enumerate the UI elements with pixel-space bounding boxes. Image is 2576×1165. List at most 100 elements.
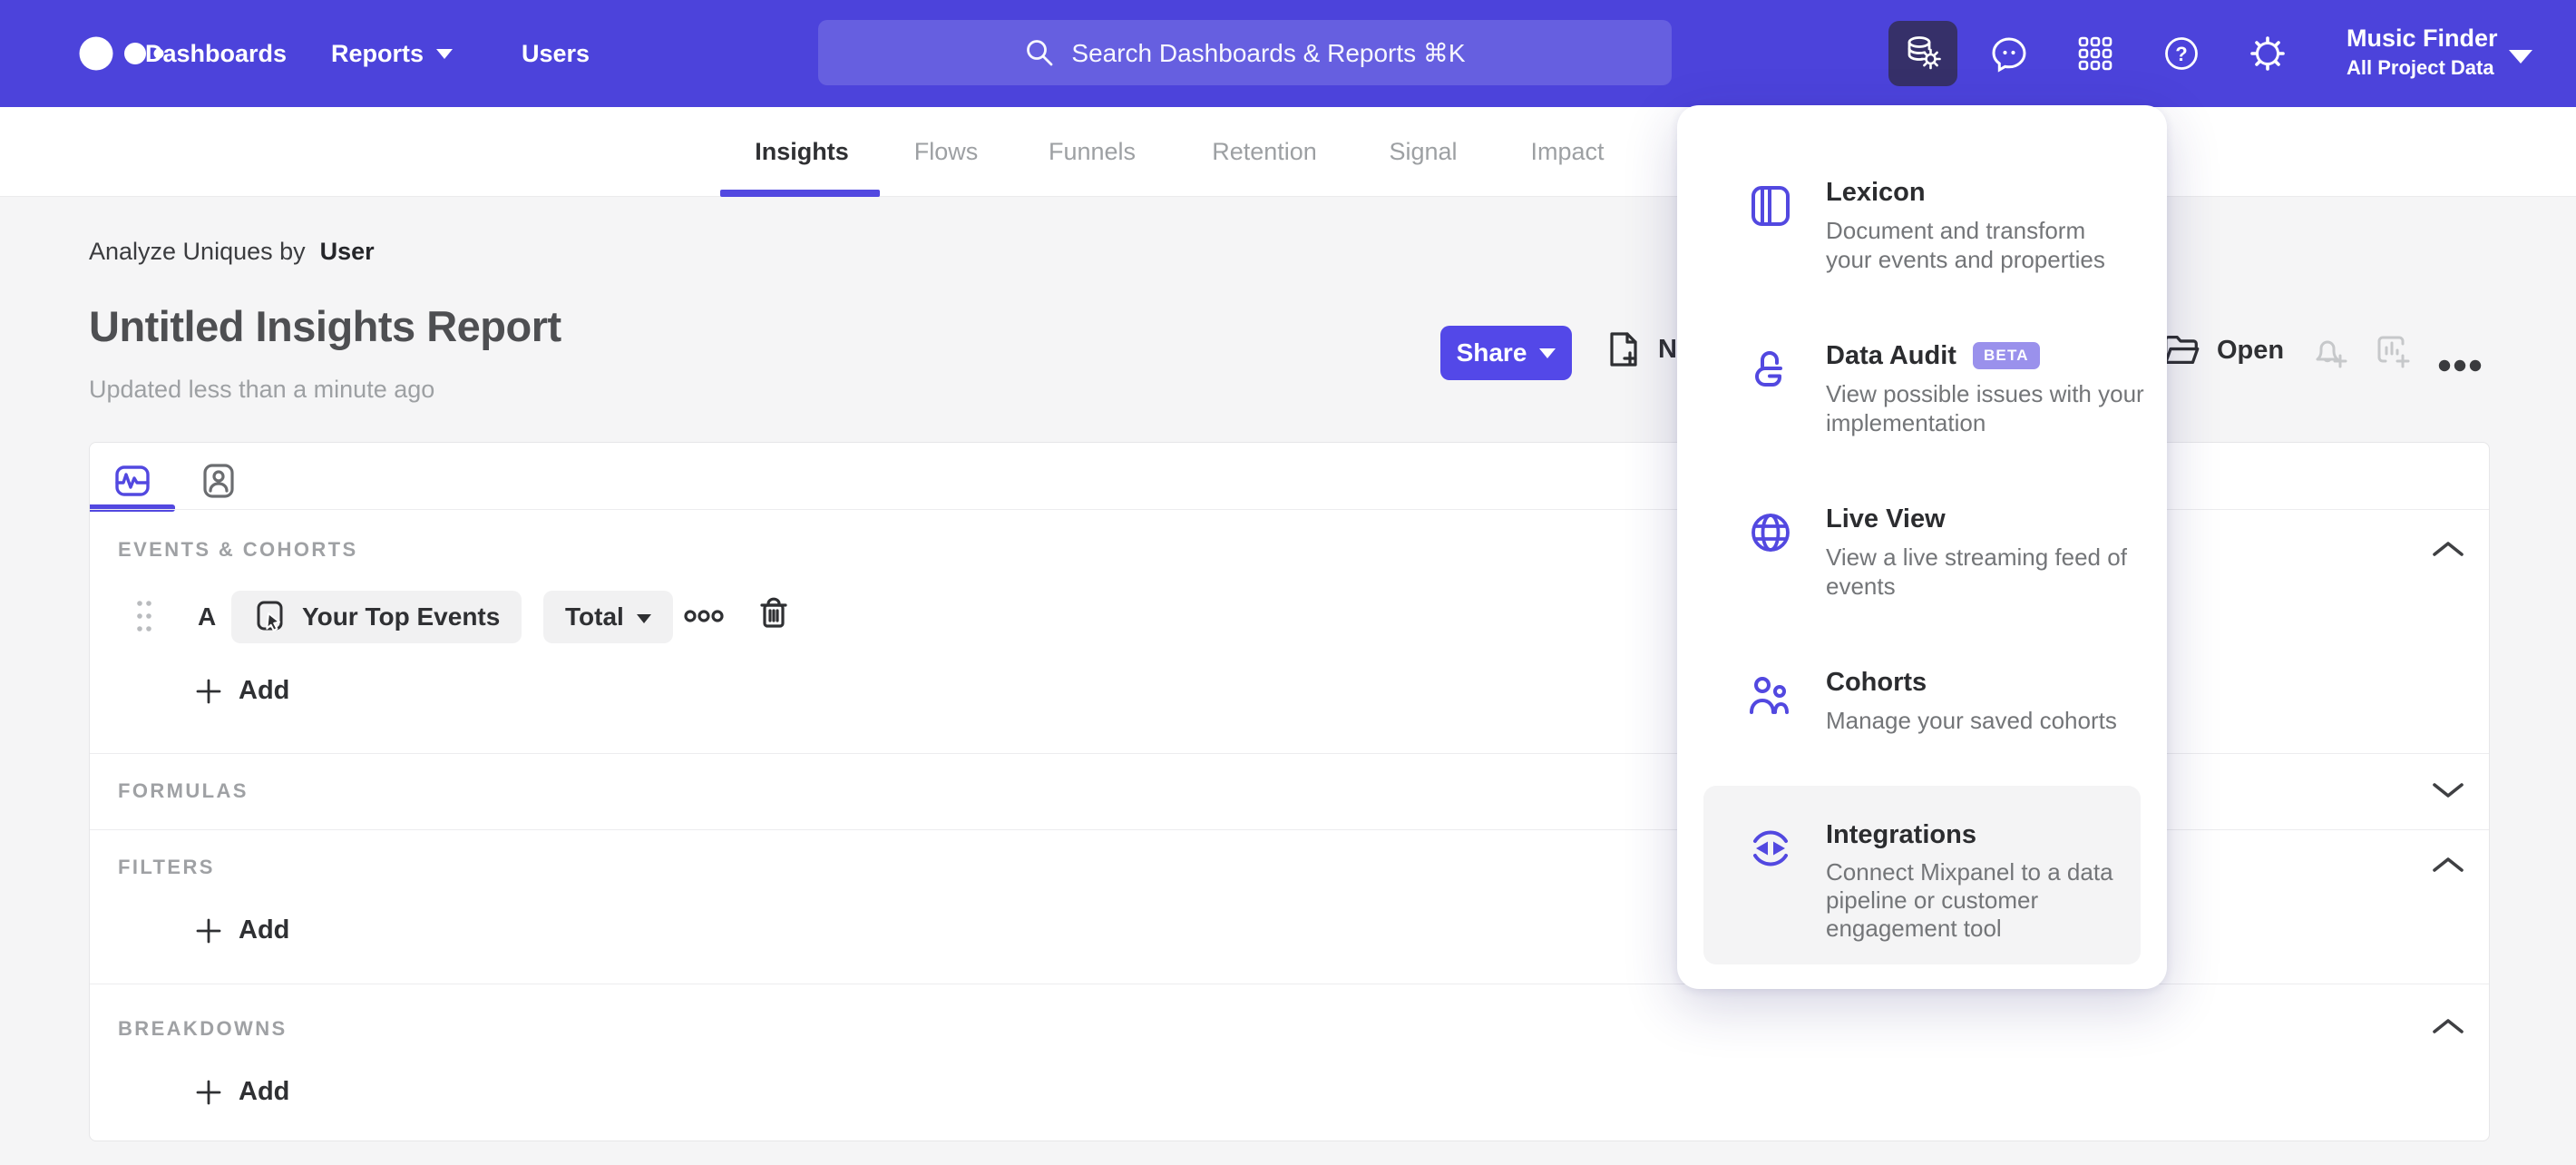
collapse-breakdowns-chevron-up-icon[interactable]	[2432, 1017, 2464, 1035]
data-management-button[interactable]	[1888, 21, 1957, 86]
cohorts-people-icon	[1748, 673, 1793, 719]
delete-series-button[interactable]	[756, 595, 792, 631]
event-picker-icon	[253, 599, 289, 635]
add-breakdown-button[interactable]: Add	[195, 1077, 289, 1107]
ellipsis-icon	[684, 610, 724, 622]
data-audit-lock-icon	[1748, 347, 1793, 392]
add-event-button[interactable]: Add	[195, 676, 289, 706]
settings-button[interactable]	[2248, 34, 2288, 73]
nav-item-dashboards[interactable]: Dashboards	[145, 0, 287, 107]
svg-text:?: ?	[2175, 43, 2187, 65]
profiles-view-tab[interactable]	[199, 461, 239, 501]
lexicon-book-icon	[1748, 183, 1793, 229]
create-alert-button[interactable]	[2310, 332, 2350, 372]
bell-plus-icon	[2310, 332, 2350, 372]
menu-item-title: Integrations	[1826, 820, 1976, 849]
project-selector[interactable]: Music Finder All Project Data	[2347, 22, 2498, 82]
pulse-chart-icon	[115, 465, 150, 496]
menu-item-desc: View possible issues with your implement…	[1826, 380, 2144, 436]
open-report-button[interactable]: Open	[2161, 329, 2284, 371]
collapse-events-chevron-up-icon[interactable]	[2432, 540, 2464, 558]
events-cohorts-section-label: EVENTS & COHORTS	[118, 538, 358, 561]
filters-section-label: FILTERS	[118, 856, 215, 878]
beta-badge: BETA	[1972, 342, 2040, 369]
updated-timestamp: Updated less than a minute ago	[89, 376, 435, 403]
feedback-button[interactable]	[1989, 34, 2029, 73]
globe-icon	[1748, 510, 1793, 555]
share-button[interactable]: Share	[1440, 326, 1572, 380]
expand-formulas-chevron-down-icon[interactable]	[2432, 781, 2464, 799]
tab-flows[interactable]: Flows	[914, 107, 979, 197]
tab-funnels[interactable]: Funnels	[1049, 107, 1136, 197]
tab-label: Impact	[1530, 138, 1605, 165]
integrations-sync-icon	[1748, 826, 1793, 871]
collapse-filters-chevron-up-icon[interactable]	[2432, 856, 2464, 874]
nav-item-users[interactable]: Users	[522, 0, 590, 107]
add-filter-button[interactable]: Add	[195, 915, 289, 945]
metric-selector[interactable]: Total	[543, 591, 673, 643]
trash-icon	[760, 597, 787, 628]
plus-icon	[195, 1079, 222, 1106]
open-label: Open	[2217, 335, 2285, 365]
tab-label: Insights	[755, 138, 849, 165]
tab-insights[interactable]: Insights	[755, 107, 849, 197]
chat-bubble-icon	[1989, 34, 2029, 73]
profile-card-icon	[203, 464, 234, 498]
active-view-underline	[90, 504, 175, 512]
chevron-down-icon	[1539, 348, 1556, 358]
tab-label: Signal	[1389, 138, 1458, 165]
event-selector[interactable]: Your Top Events	[231, 591, 522, 643]
add-label: Add	[239, 676, 290, 705]
events-view-tab[interactable]	[112, 461, 152, 501]
plus-icon	[195, 917, 222, 945]
help-button[interactable]: ?	[2161, 34, 2201, 73]
search-icon	[1024, 37, 1055, 68]
project-name: Music Finder	[2347, 24, 2498, 52]
more-options-button[interactable]	[2438, 346, 2482, 386]
menu-item-desc: Manage your saved cohorts	[1826, 707, 2117, 734]
menu-item-title: Data Audit	[1826, 341, 1956, 370]
add-label: Add	[239, 1077, 290, 1106]
project-scope: All Project Data	[2347, 56, 2494, 79]
add-label: Add	[239, 915, 290, 945]
event-name: Your Top Events	[302, 602, 501, 631]
apps-grid-button[interactable]	[2075, 34, 2115, 73]
mixpanel-app: Dashboards Reports Users Search Dashboar…	[0, 0, 2576, 1165]
tab-impact[interactable]: Impact	[1530, 107, 1604, 197]
tab-retention[interactable]: Retention	[1212, 107, 1317, 197]
search-input[interactable]: Search Dashboards & Reports ⌘K	[818, 20, 1672, 85]
active-tab-underline	[720, 190, 880, 197]
nav-item-reports[interactable]: Reports	[331, 0, 454, 107]
add-to-dashboard-button[interactable]	[2374, 332, 2414, 372]
formulas-section-label: FORMULAS	[118, 779, 249, 802]
analyze-line: Analyze Uniques by User	[89, 238, 375, 266]
document-plus-icon	[1604, 329, 1644, 369]
tab-label: Funnels	[1048, 138, 1137, 165]
gear-icon	[2248, 34, 2288, 73]
analyze-entity-selector[interactable]: User	[320, 238, 375, 266]
search-placeholder: Search Dashboards & Reports ⌘K	[1071, 38, 1466, 67]
menu-item-title: Live View	[1826, 504, 1946, 534]
menu-item-title: Cohorts	[1826, 668, 1927, 697]
metric-label: Total	[565, 602, 624, 631]
series-letter: A	[198, 602, 217, 631]
menu-item-desc: Connect Mixpanel to a data pipeline or c…	[1826, 858, 2113, 942]
plus-icon	[195, 678, 222, 705]
report-title[interactable]: Untitled Insights Report	[89, 301, 561, 351]
breakdowns-section-label: BREAKDOWNS	[118, 1017, 288, 1040]
nav-item-label: Users	[522, 39, 590, 67]
chevron-down-icon	[636, 613, 651, 623]
series-options-button[interactable]	[684, 610, 724, 622]
tab-signal[interactable]: Signal	[1389, 107, 1457, 197]
analyze-label: Analyze Uniques by	[89, 238, 306, 265]
chevron-down-icon	[436, 48, 454, 59]
report-tabs-bar: Insights Flows Funnels Retention Signal …	[0, 107, 2576, 197]
tab-label: Retention	[1212, 138, 1317, 165]
menu-item-desc: View a live streaming feed of events	[1826, 543, 2127, 600]
chevron-down-icon[interactable]	[2509, 50, 2532, 64]
data-management-menu: Lexicon Document and transform your even…	[1677, 105, 2167, 989]
grid-icon	[2076, 34, 2114, 73]
nav-item-label: Dashboards	[145, 39, 288, 67]
share-label: Share	[1456, 338, 1527, 367]
drag-handle-icon[interactable]	[136, 599, 152, 633]
